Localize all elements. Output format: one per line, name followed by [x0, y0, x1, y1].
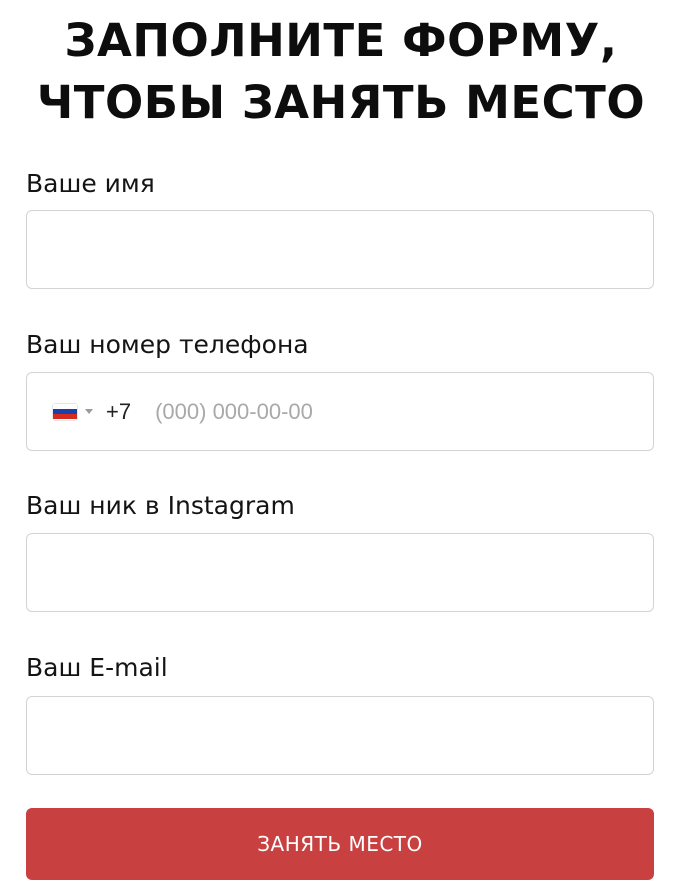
- email-field-box: [26, 696, 654, 775]
- instagram-input[interactable]: [27, 534, 653, 611]
- dial-code: +7: [106, 398, 132, 424]
- chevron-down-icon: [85, 409, 93, 414]
- phone-field-box: +7: [26, 372, 654, 451]
- country-code-select[interactable]: [53, 403, 93, 420]
- name-input[interactable]: [27, 211, 653, 288]
- form-title-line-1: ЗАПОЛНИТЕ ФОРМУ,: [64, 14, 618, 67]
- name-label: Ваше имя: [26, 169, 155, 198]
- russia-flag-icon: [53, 403, 77, 420]
- email-label: Ваш E-mail: [26, 653, 168, 682]
- booking-form-page: ЗАПОЛНИТЕ ФОРМУ, ЧТОБЫ ЗАНЯТЬ МЕСТО Ваше…: [0, 0, 682, 896]
- phone-input[interactable]: [131, 373, 653, 450]
- name-field-box: [26, 210, 654, 289]
- form-title: ЗАПОЛНИТЕ ФОРМУ, ЧТОБЫ ЗАНЯТЬ МЕСТО: [0, 10, 682, 134]
- instagram-field-box: [26, 533, 654, 612]
- phone-label: Ваш номер телефона: [26, 330, 309, 359]
- form-title-line-2: ЧТОБЫ ЗАНЯТЬ МЕСТО: [36, 76, 646, 129]
- submit-button[interactable]: ЗАНЯТЬ МЕСТО: [26, 808, 654, 880]
- email-input[interactable]: [27, 697, 653, 774]
- instagram-label: Ваш ник в Instagram: [26, 491, 295, 520]
